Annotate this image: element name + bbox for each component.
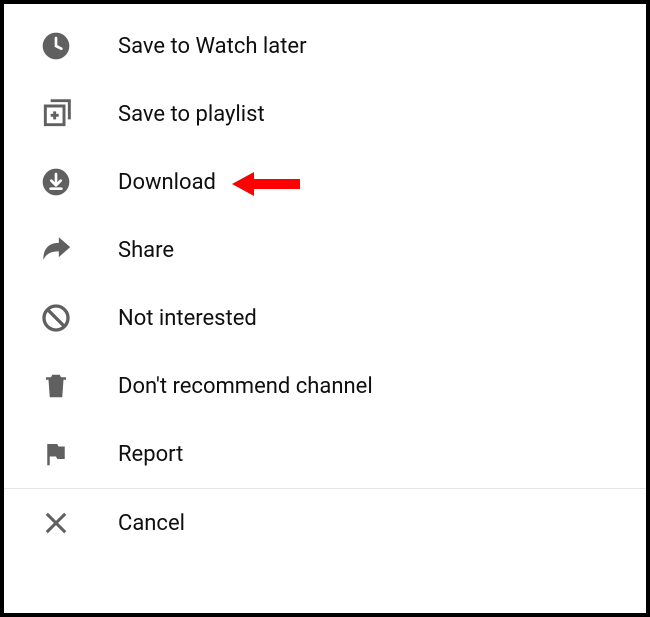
menu-item-not-interested[interactable]: Not interested [4,284,646,352]
menu-item-cancel[interactable]: Cancel [4,489,646,557]
menu-item-save-playlist[interactable]: Save to playlist [4,80,646,148]
share-icon [34,228,78,272]
menu-item-label: Save to playlist [118,102,265,127]
menu-item-report[interactable]: Report [4,420,646,488]
menu-item-label: Report [118,442,183,467]
menu-item-label: Share [118,238,174,263]
close-icon [34,501,78,545]
menu-item-share[interactable]: Share [4,216,646,284]
menu-item-watch-later[interactable]: Save to Watch later [4,12,646,80]
download-icon [34,160,78,204]
menu-list: Save to Watch later Save to playlist Dow… [4,4,646,557]
menu-item-label: Don't recommend channel [118,374,373,399]
clock-icon [34,24,78,68]
menu-item-label: Cancel [118,511,185,536]
menu-item-label: Download [118,170,216,195]
trash-icon [34,364,78,408]
menu-item-label: Save to Watch later [118,34,307,59]
menu-item-download[interactable]: Download [4,148,646,216]
flag-icon [34,432,78,476]
menu-sheet: Save to Watch later Save to playlist Dow… [0,0,650,617]
menu-item-label: Not interested [118,306,257,331]
highlight-arrow-icon [232,170,302,198]
menu-item-dont-recommend[interactable]: Don't recommend channel [4,352,646,420]
not-interested-icon [34,296,78,340]
playlist-add-icon [34,92,78,136]
